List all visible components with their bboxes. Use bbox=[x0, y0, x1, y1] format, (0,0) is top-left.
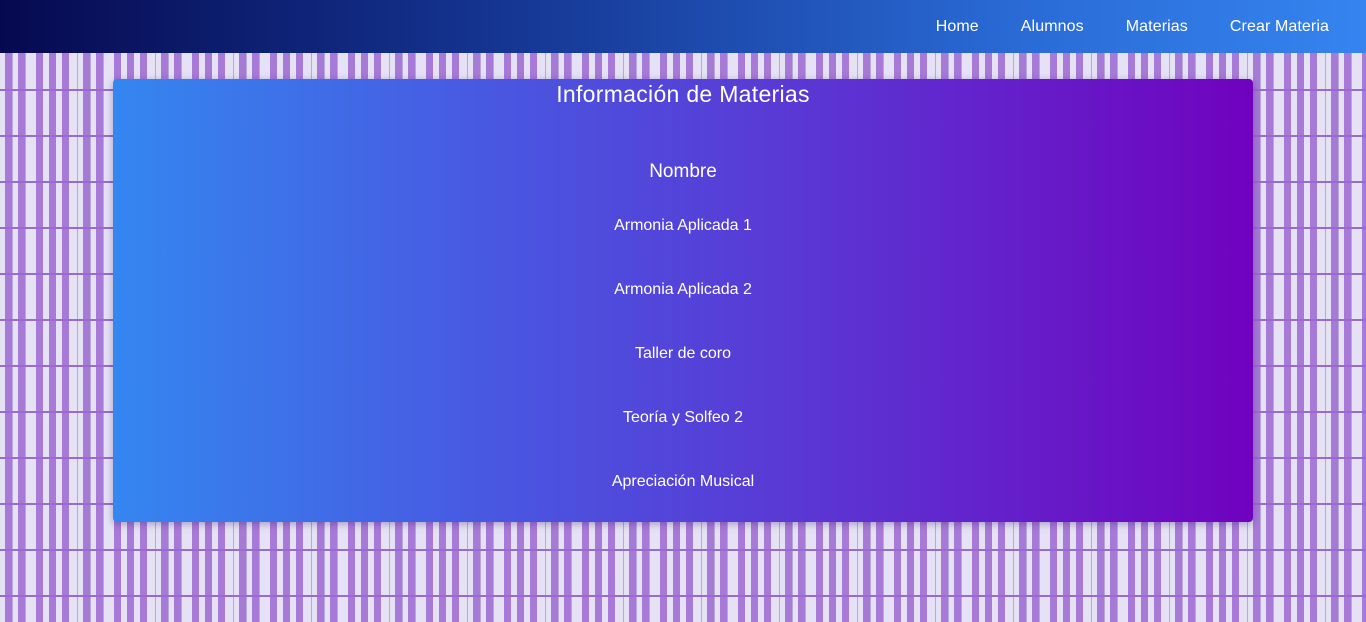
list-item: Armonia Aplicada 2 bbox=[614, 281, 752, 298]
top-navbar: Home Alumnos Materias Crear Materia bbox=[0, 0, 1366, 53]
subject-list: Armonia Aplicada 1 Armonia Aplicada 2 Ta… bbox=[113, 215, 1253, 535]
nav-link-alumnos[interactable]: Alumnos bbox=[1000, 18, 1105, 36]
page-title: Información de Materias bbox=[556, 81, 810, 107]
list-item: Teoría y Solfeo 2 bbox=[622, 409, 744, 426]
list-item: Apreciación Musical bbox=[611, 473, 755, 490]
list-item: Armonia Aplicada 1 bbox=[614, 217, 752, 234]
nav-link-crear-materia[interactable]: Crear Materia bbox=[1209, 18, 1350, 36]
list-item: Taller de coro bbox=[634, 345, 732, 362]
column-header-nombre: Nombre bbox=[649, 161, 717, 182]
nav-link-home[interactable]: Home bbox=[915, 18, 1000, 36]
nav-link-materias[interactable]: Materias bbox=[1105, 18, 1209, 36]
subjects-card: Información de Materias Nombre Armonia A… bbox=[113, 79, 1253, 522]
